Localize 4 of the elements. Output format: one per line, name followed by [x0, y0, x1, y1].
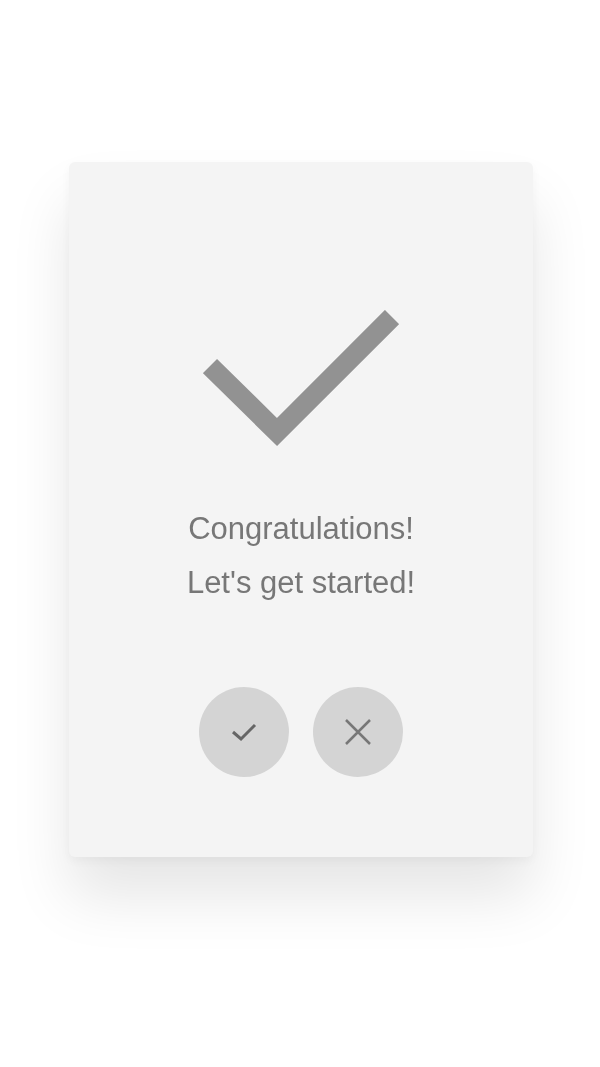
- message-text: Let's get started!: [186, 564, 416, 602]
- close-icon: [344, 718, 372, 746]
- message-text: Congratulations!: [188, 510, 414, 548]
- check-icon: [231, 722, 257, 742]
